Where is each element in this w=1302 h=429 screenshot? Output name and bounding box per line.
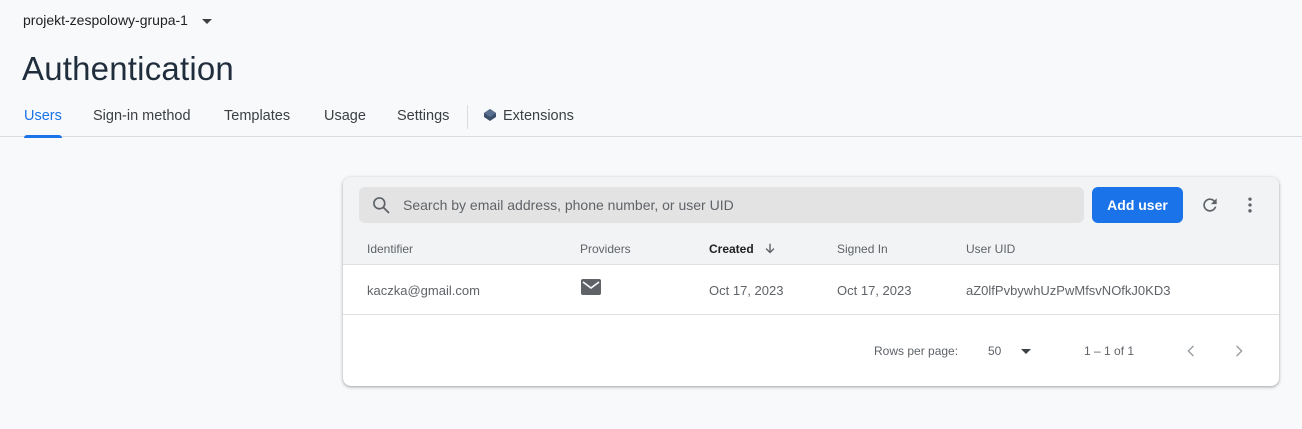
project-selector[interactable]: projekt-zespolowy-grupa-1 [23,12,212,28]
column-header-providers[interactable]: Providers [580,242,631,256]
column-header-label: Created [709,242,754,256]
tab-label: Templates [224,108,291,124]
email-icon [581,279,601,295]
refresh-button[interactable] [1195,190,1225,220]
tab-label: Users [24,108,62,124]
refresh-icon [1203,198,1217,212]
search-input[interactable]: Search by email address, phone number, o… [359,187,1084,223]
column-header-user-uid[interactable]: User UID [966,242,1015,256]
next-page-button[interactable] [1227,339,1251,363]
tab-label: Settings [397,108,450,124]
tab-templates[interactable]: Templates [224,96,290,137]
column-header-created[interactable]: Created [709,242,777,256]
pagination-range: 1 – 1 of 1 [1084,344,1135,358]
arrow-down-icon [765,243,775,254]
chevron-down-icon [201,18,212,24]
more-options-button[interactable] [1235,190,1265,220]
add-user-button[interactable]: Add user [1092,187,1183,223]
cell-signed-in: Oct 17, 2023 [837,283,912,298]
rows-per-page-select[interactable]: 50 [988,340,1038,362]
chevron-down-icon [1021,348,1032,354]
cell-identifier: kaczka@gmail.com [367,283,480,298]
more-vert-icon [1248,197,1252,213]
tab-usage[interactable]: Usage [324,96,366,137]
rows-per-page-label: Rows per page: [874,344,959,358]
column-header-signed-in[interactable]: Signed In [837,242,888,256]
tab-users[interactable]: Users [24,96,62,138]
cell-user-uid: aZ0lfPvbywhUzPwMfsvNOfkJ0KD3 [966,283,1171,298]
tab-extensions[interactable]: Extensions [483,96,574,137]
project-name: projekt-zespolowy-grupa-1 [23,12,188,28]
column-header-identifier[interactable]: Identifier [367,242,413,256]
previous-page-button[interactable] [1179,339,1203,363]
tab-label: Extensions [503,108,574,124]
chevron-right-icon [1236,345,1243,357]
tab-label: Sign-in method [93,108,191,124]
cell-created: Oct 17, 2023 [709,283,784,298]
rows-per-page-value: 50 [988,344,1002,358]
tab-sign-in-method[interactable]: Sign-in method [93,96,191,137]
search-icon [373,197,390,214]
tab-label: Usage [324,108,366,124]
tab-settings[interactable]: Settings [397,96,449,137]
users-card: Search by email address, phone number, o… [343,177,1279,386]
tab-divider [467,105,468,129]
extensions-icon [484,109,496,121]
table-row[interactable]: kaczka@gmail.com Oct 17, 2023 Oct 17, 20… [343,266,1279,315]
chevron-left-icon [1187,345,1194,357]
tab-bar: Users Sign-in method Templates Usage Set… [0,96,1302,138]
search-placeholder: Search by email address, phone number, o… [403,197,734,213]
page-title: Authentication [22,50,234,87]
